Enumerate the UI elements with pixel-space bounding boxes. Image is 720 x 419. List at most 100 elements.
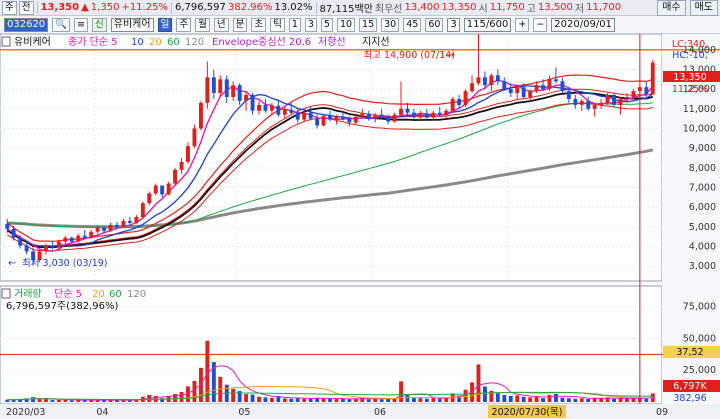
volume-bar bbox=[586, 399, 591, 402]
candle-body bbox=[289, 109, 294, 113]
interval-input[interactable]: 3 bbox=[447, 17, 460, 32]
period-month[interactable]: 월 bbox=[195, 17, 210, 32]
volume-bar bbox=[31, 397, 35, 402]
stock-name-field[interactable]: 유비케어 bbox=[110, 17, 154, 32]
volume-legend-ma20: 20 bbox=[92, 289, 105, 300]
volume-value: 6,796,597 bbox=[174, 2, 226, 13]
candle-body bbox=[437, 112, 442, 115]
volume-bar bbox=[328, 399, 332, 402]
period-day[interactable]: 일 bbox=[157, 17, 173, 32]
minute-5[interactable]: 5 bbox=[320, 17, 333, 32]
volume-bar bbox=[379, 399, 384, 402]
volume-bar bbox=[508, 395, 513, 402]
count-input[interactable]: 115/600 bbox=[463, 17, 512, 32]
candle-body bbox=[153, 185, 158, 194]
x-tick-label: 04 bbox=[96, 407, 108, 418]
candle-body bbox=[108, 224, 113, 231]
period-week[interactable]: 주 bbox=[176, 17, 192, 32]
candle-body bbox=[508, 89, 513, 93]
minute-15[interactable]: 15 bbox=[359, 17, 378, 32]
volume-bar bbox=[534, 397, 539, 402]
best-ask: 13,400 bbox=[404, 2, 440, 13]
minute-10[interactable]: 10 bbox=[336, 17, 356, 32]
volume-bar bbox=[334, 399, 339, 402]
minute-30[interactable]: 30 bbox=[381, 17, 400, 32]
high-price: 13,500 bbox=[537, 2, 573, 13]
volume-bar bbox=[502, 395, 507, 402]
arrow-right-icon: → bbox=[446, 50, 454, 61]
period-minute[interactable]: 분 bbox=[232, 17, 248, 32]
volume-bar bbox=[302, 398, 307, 402]
candle-body bbox=[295, 112, 300, 120]
stock-type-toggle[interactable]: 주 bbox=[2, 0, 17, 15]
best-ask-label: 최우선 bbox=[374, 4, 403, 15]
candle-body bbox=[321, 115, 326, 126]
candle-body bbox=[192, 128, 197, 147]
candle-body bbox=[205, 77, 210, 103]
zoom-out-icon[interactable]: − bbox=[533, 17, 548, 32]
high-annotation: 최고 14,900 (07/14) → bbox=[364, 50, 456, 61]
quote-bar: 주 전 13,350 ▲ 1,350 +11.25% 6,796,597 382… bbox=[0, 0, 720, 16]
candle-body bbox=[147, 193, 152, 204]
volume-legend-ma: 단순 5 bbox=[54, 288, 82, 300]
candle-body bbox=[270, 105, 274, 111]
volume-bar bbox=[566, 398, 571, 402]
candle-body bbox=[166, 183, 171, 195]
candle-body bbox=[399, 108, 403, 115]
candle-body bbox=[392, 114, 397, 122]
candle-body bbox=[618, 99, 623, 105]
minute-45[interactable]: 45 bbox=[403, 17, 422, 32]
search-icon[interactable]: 🔍 bbox=[52, 17, 71, 32]
volume-bar bbox=[263, 397, 268, 402]
price-panel bbox=[0, 34, 663, 282]
volume-bar bbox=[579, 398, 584, 402]
candle-body bbox=[650, 62, 655, 95]
volume-bar bbox=[50, 400, 55, 402]
candle-body bbox=[457, 99, 462, 105]
stock-code-input[interactable]: 032620 bbox=[4, 17, 49, 32]
buy-button[interactable]: 매수 bbox=[657, 0, 686, 16]
volume-bar bbox=[56, 399, 61, 402]
volume-current: 6,796,597주(382,96%) bbox=[6, 301, 118, 312]
volume-bar bbox=[431, 397, 436, 402]
stock-chart[interactable]: 14,00013,00012,00011,00010,0009,0008,000… bbox=[0, 34, 720, 419]
period-year[interactable]: 년 bbox=[213, 17, 229, 32]
open-label: 시 bbox=[478, 4, 488, 15]
prev-stock-button[interactable]: 전 bbox=[18, 0, 34, 15]
candle-body bbox=[50, 245, 55, 248]
x-tick-label: 2020/03 bbox=[6, 407, 45, 418]
candle-body bbox=[173, 169, 177, 184]
date-input[interactable]: 2020/09/01 bbox=[551, 17, 615, 32]
volume-bar bbox=[599, 398, 604, 402]
minute-60[interactable]: 60 bbox=[425, 17, 444, 32]
period-second[interactable]: 초 bbox=[251, 17, 267, 32]
candle-body bbox=[5, 223, 10, 229]
candle-body bbox=[328, 115, 332, 120]
low-annotation-text: 최저 3,030 (03/19) bbox=[22, 258, 108, 269]
candle-body bbox=[82, 235, 87, 238]
candle-body bbox=[547, 79, 552, 90]
period-tick[interactable]: 틱 bbox=[270, 17, 285, 32]
stock-list-icon[interactable]: ≡ bbox=[74, 17, 88, 32]
candle-body bbox=[424, 113, 429, 118]
zoom-in-icon[interactable]: + bbox=[515, 17, 530, 32]
y-tick-label: 11,000 bbox=[683, 104, 716, 115]
candle-body bbox=[102, 227, 106, 231]
candle-body bbox=[405, 108, 410, 113]
sell-button[interactable]: 매도 bbox=[689, 0, 718, 16]
volume-bar bbox=[515, 395, 520, 402]
high-annotation-text: 최고 14,900 (07/14) bbox=[364, 50, 456, 61]
candle-body bbox=[386, 116, 391, 122]
hc-label: HC:-10, bbox=[672, 50, 708, 61]
candle-body bbox=[24, 245, 29, 252]
candle-body bbox=[334, 116, 339, 120]
minute-1[interactable]: 1 bbox=[288, 17, 301, 32]
candle-body bbox=[528, 91, 533, 97]
candle-body bbox=[63, 237, 68, 242]
volume-y-tick-label: 25,000 bbox=[683, 365, 716, 376]
chart-toolbar: 032620 🔍 ≡ 신 유비케어 일 주 월 년 분 초 틱 1 3 5 10… bbox=[0, 16, 720, 34]
volume-bar bbox=[644, 398, 649, 402]
volume-legend-ma60: 60 bbox=[109, 289, 122, 300]
candle-body bbox=[534, 85, 539, 92]
minute-3[interactable]: 3 bbox=[304, 17, 317, 32]
